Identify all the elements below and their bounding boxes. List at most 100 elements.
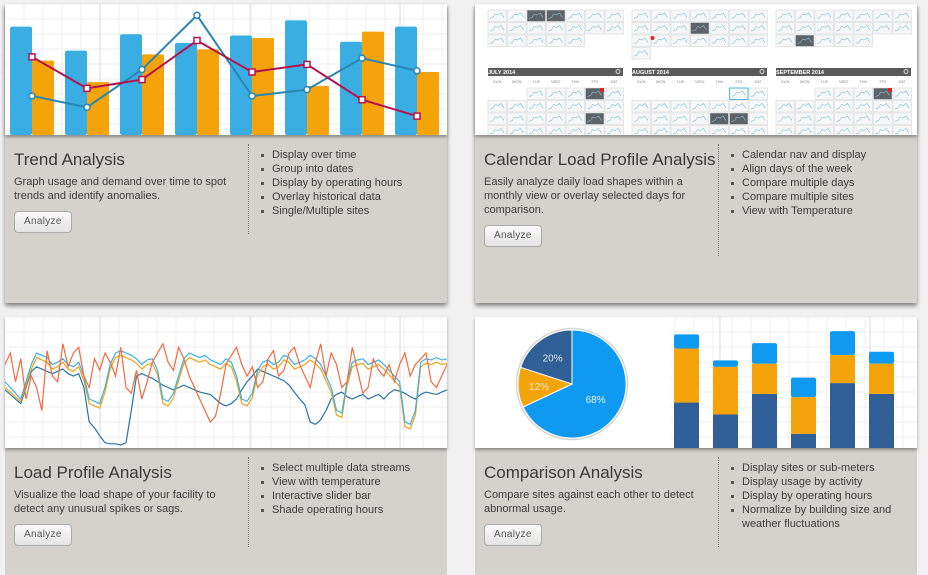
calendar-day	[487, 112, 507, 125]
calendar-day	[631, 100, 651, 113]
calendar-day	[507, 112, 527, 125]
line-point	[28, 92, 36, 100]
calendar-day	[507, 9, 527, 22]
comparison-preview: 68% 12% 20%	[475, 317, 917, 448]
stacked-bar-segment	[752, 393, 777, 448]
line-point	[193, 36, 201, 45]
pie-label: 20%	[543, 353, 563, 364]
feature-item: Overlay historical data	[260, 190, 445, 204]
calendar-day	[690, 9, 710, 22]
calendar-day	[873, 22, 893, 35]
stacked-bar-segment	[791, 433, 816, 448]
calendar-day	[729, 9, 749, 22]
calendar-day	[604, 100, 624, 113]
calendar-day	[775, 34, 795, 47]
calendar-day	[487, 100, 507, 113]
calendar-day	[814, 9, 834, 22]
divider	[718, 144, 719, 256]
calendar-day	[526, 87, 546, 100]
feature-item: View with temperature	[260, 475, 445, 489]
calendar-day	[775, 112, 795, 125]
line-point	[28, 53, 36, 61]
card-description: Graph usage and demand over time to spot…	[14, 176, 227, 202]
weekday-label: FRI	[880, 79, 886, 84]
feature-list: Select multiple data streams View with t…	[260, 461, 445, 517]
calendar-day	[748, 100, 768, 113]
calendar-day	[651, 34, 671, 47]
card-title: Comparison Analysis	[484, 463, 643, 482]
card-description: Compare sites against each other to dete…	[484, 489, 694, 515]
calendar-day	[565, 22, 585, 35]
calendar-day	[526, 34, 546, 47]
calendar-day	[631, 47, 651, 60]
feature-item: Calendar nav and display	[730, 148, 915, 162]
calendar-day	[631, 9, 651, 22]
calendar-day	[546, 87, 566, 100]
flag-marker	[888, 88, 892, 92]
blue-bar	[120, 34, 142, 135]
calendar-day	[565, 9, 585, 22]
calendar-day	[604, 112, 624, 125]
line-point	[248, 68, 256, 76]
stacked-bar-segment	[869, 393, 894, 448]
calendar-day	[585, 22, 605, 35]
pie-label: 12%	[529, 382, 549, 393]
blue-bar	[65, 50, 87, 135]
analyze-button[interactable]: Analyze	[14, 524, 72, 546]
trend-chart-preview	[5, 4, 447, 135]
analyze-button[interactable]: Analyze	[14, 211, 72, 233]
calendar-day	[748, 9, 768, 22]
flag-marker	[600, 88, 604, 92]
weekday-label: THU	[859, 79, 867, 84]
load-profile-chart	[5, 317, 447, 448]
calendar-preview: SUN MON TUE WED THU FRI SAT SUN MON TUE WED THU FRI S…	[475, 4, 917, 135]
calendar-day	[631, 112, 651, 125]
weekday-label: FRI	[736, 79, 742, 84]
calendar-day	[670, 112, 690, 125]
stacked-bar-segment	[869, 351, 894, 364]
calendar-day	[814, 22, 834, 35]
calendar-day	[853, 112, 873, 125]
calendar-day	[709, 34, 729, 47]
calendar-day	[565, 112, 585, 125]
feature-item: Group into dates	[260, 162, 445, 176]
calendar-day	[565, 87, 585, 100]
calendar-day	[892, 100, 912, 113]
stacked-bar-segment	[830, 383, 855, 448]
calendar-day	[814, 34, 834, 47]
feature-item: View with Temperature	[730, 204, 915, 218]
analyze-button[interactable]: Analyze	[484, 225, 542, 247]
stacked-bar-segment	[674, 348, 699, 403]
stacked-bar-segment	[674, 334, 699, 349]
blue-bar	[10, 26, 32, 135]
stacked-bar-segment	[830, 331, 855, 355]
calendar-day	[814, 112, 834, 125]
calendar-day	[507, 22, 527, 35]
weekday-label: FRI	[592, 79, 598, 84]
analyze-button[interactable]: Analyze	[484, 524, 542, 546]
calendar-day	[670, 34, 690, 47]
calendar-day	[834, 22, 854, 35]
calendar-day	[834, 34, 854, 47]
calendar-day	[873, 9, 893, 22]
orange-bar	[417, 72, 439, 135]
calendar-day	[585, 100, 605, 113]
calendar-day	[748, 112, 768, 125]
calendar-day	[748, 87, 768, 100]
weekday-label: WED	[695, 79, 704, 84]
alert-dot	[650, 36, 655, 40]
month-label: JULY 2014	[488, 70, 516, 76]
calendar-day	[795, 112, 815, 125]
calendar-day	[775, 9, 795, 22]
orange-bar	[362, 31, 384, 135]
line-point	[138, 65, 146, 74]
feature-item: Align days of the week	[730, 162, 915, 176]
calendar-day	[892, 87, 912, 100]
weekday-label: MON	[656, 79, 665, 84]
load-profile-card: Load Profile Analysis Visualize the load…	[5, 317, 447, 575]
calendar-day	[892, 112, 912, 125]
feature-item: Display by operating hours	[730, 489, 915, 503]
weekday-label: WED	[839, 79, 848, 84]
calendar-day	[814, 87, 834, 100]
stacked-bar-segment	[713, 366, 738, 415]
